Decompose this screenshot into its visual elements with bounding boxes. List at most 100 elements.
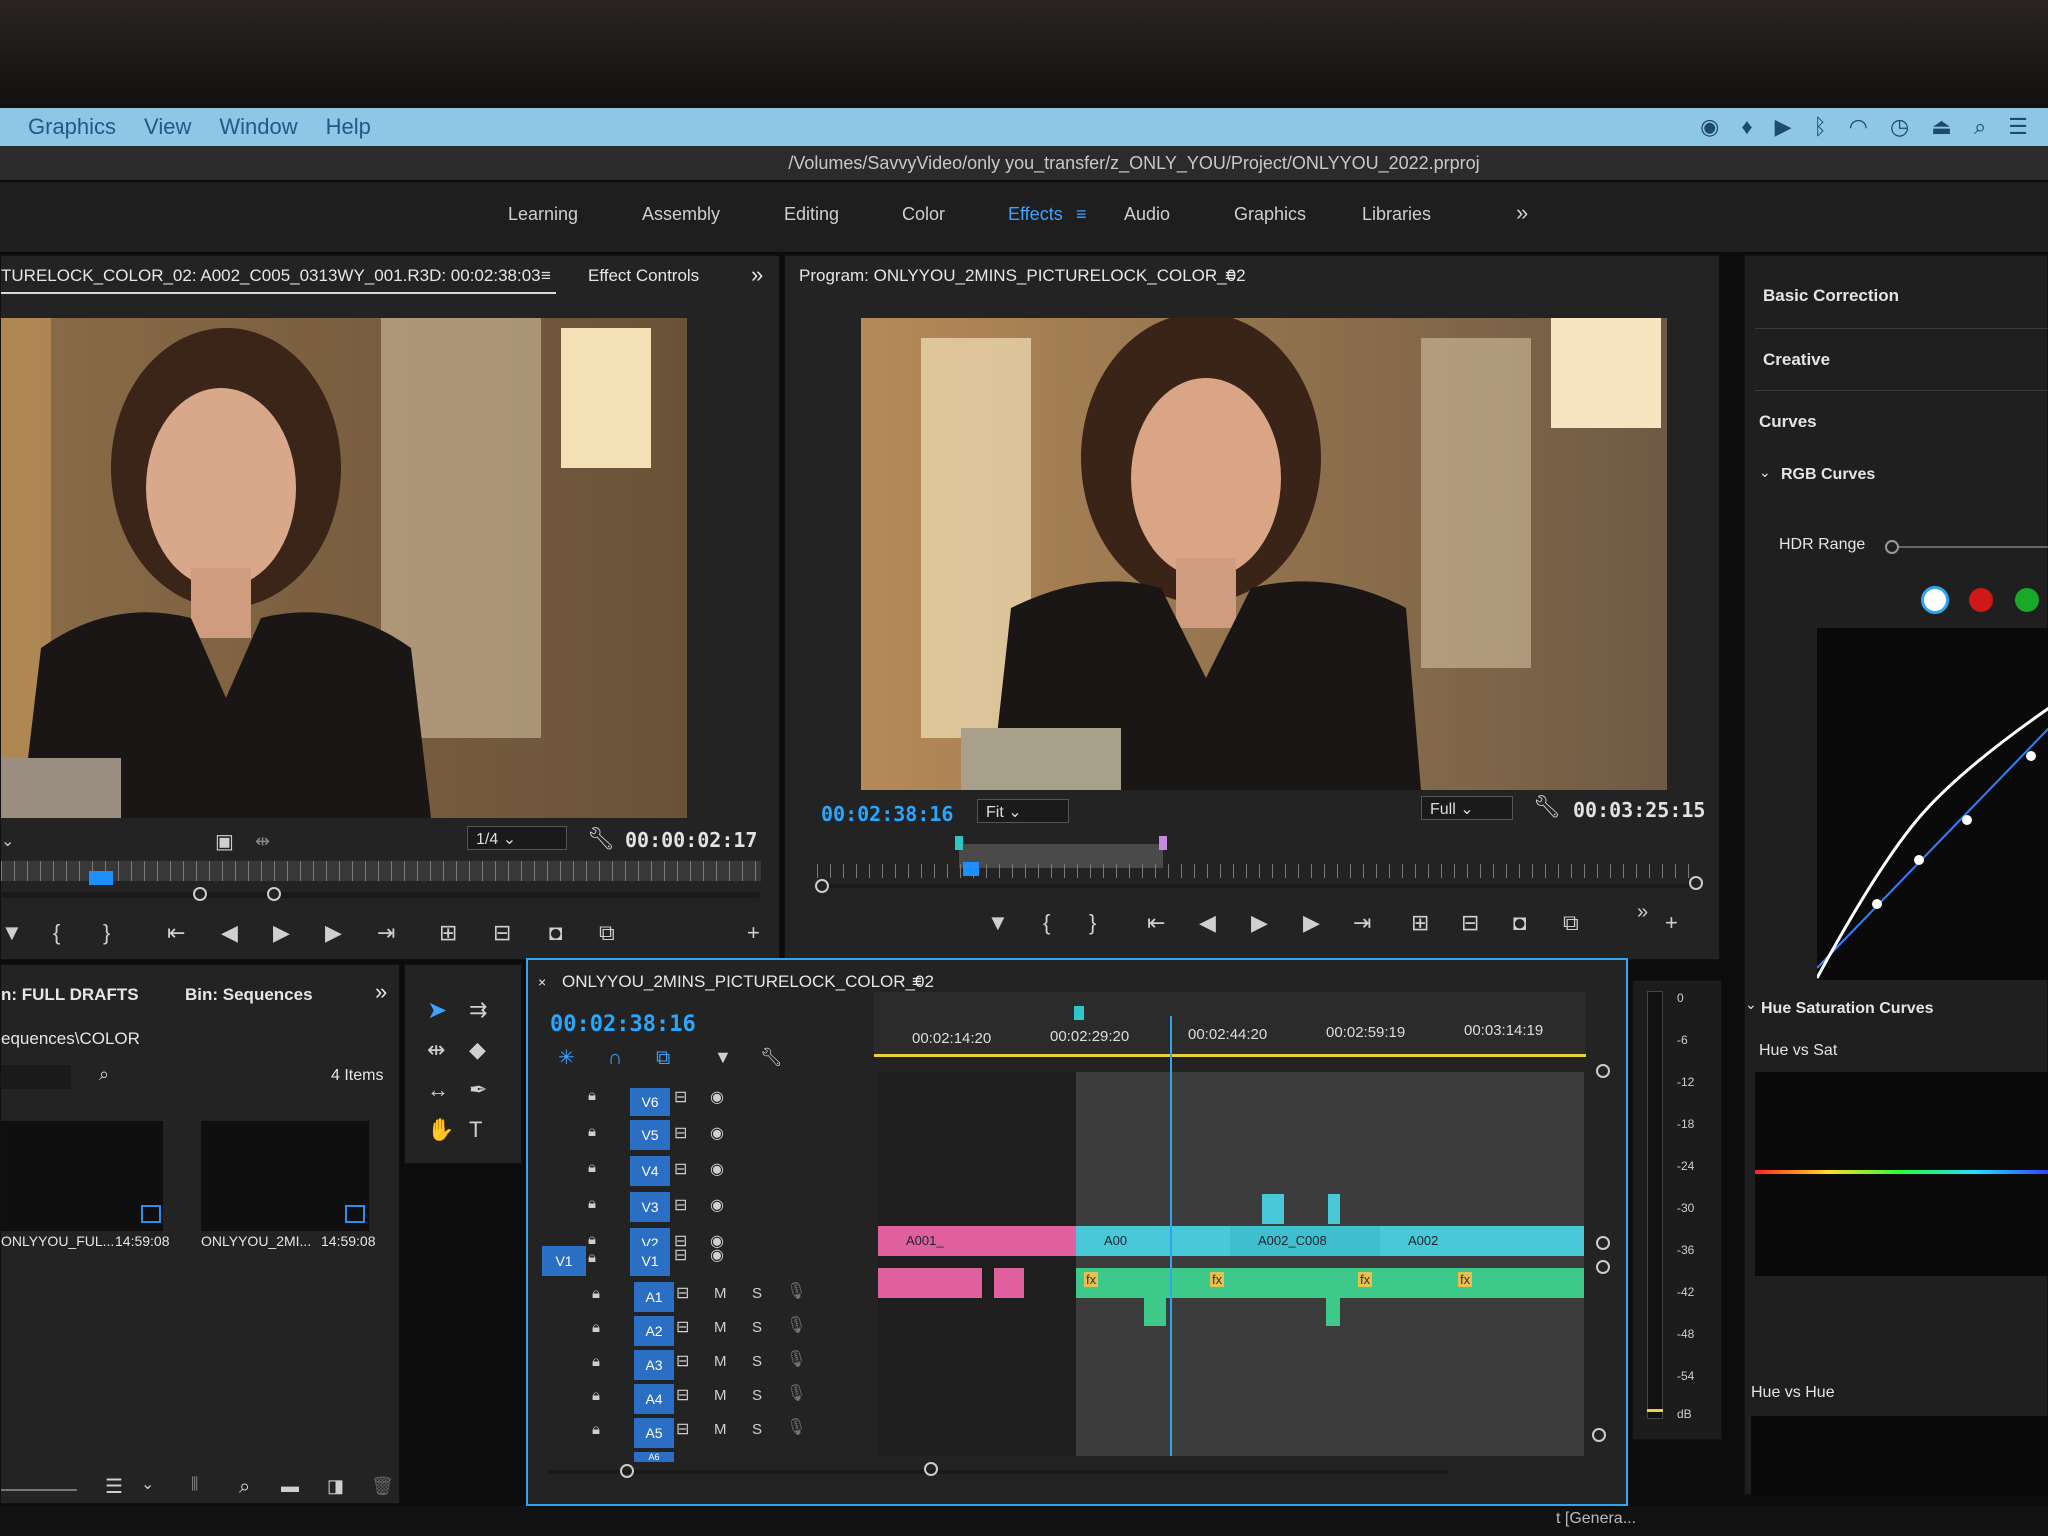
- menu-graphics[interactable]: Graphics: [28, 114, 116, 140]
- mark-out-icon[interactable]: }: [103, 922, 110, 944]
- source-settings-dropdown[interactable]: ⌄: [1, 834, 14, 850]
- project-more-icon[interactable]: »: [375, 979, 387, 1005]
- source-playhead[interactable]: [89, 871, 113, 885]
- lock-icon[interactable]: 🔒︎: [588, 1250, 596, 1265]
- control-center-icon[interactable]: ☰: [2008, 114, 2028, 140]
- menu-view[interactable]: View: [144, 114, 191, 140]
- drag-video-icon[interactable]: ⇹: [255, 832, 270, 850]
- add-button-icon[interactable]: +: [747, 922, 760, 944]
- program-mark-in-icon[interactable]: {: [1043, 912, 1050, 934]
- source-ruler[interactable]: [1, 861, 761, 881]
- search-field[interactable]: [1, 1065, 71, 1089]
- zoom-handle-right[interactable]: [267, 887, 281, 901]
- rgb-curves-section[interactable]: RGB Curves: [1781, 466, 1875, 484]
- mute-a2[interactable]: M: [714, 1320, 727, 1335]
- mic-icon[interactable]: 🎙︎: [786, 1284, 806, 1300]
- solo-a5[interactable]: S: [752, 1422, 762, 1437]
- panel-menu-icon[interactable]: ≡: [541, 266, 551, 286]
- track-a6[interactable]: A6: [634, 1452, 674, 1462]
- lock-icon[interactable]: 🔒︎: [592, 1422, 600, 1437]
- creative-cloud-icon[interactable]: ◉: [1700, 114, 1719, 140]
- sync-lock-icon[interactable]: ⊟: [674, 1126, 687, 1142]
- track-v6[interactable]: V6: [630, 1088, 670, 1116]
- workspace-menu-icon[interactable]: ≡: [1076, 204, 1087, 225]
- rgb-curves-chevron-icon[interactable]: ⌄: [1759, 464, 1771, 481]
- program-ruler[interactable]: [817, 864, 1697, 878]
- program-play-icon[interactable]: ▶︎: [1251, 912, 1268, 934]
- hand-tool-icon[interactable]: ✋: [427, 1119, 454, 1141]
- overwrite-icon[interactable]: ⊟: [493, 922, 511, 944]
- clip-a1-3[interactable]: [1076, 1268, 1584, 1298]
- eye-icon[interactable]: ◉: [710, 1090, 724, 1106]
- timeline-in-marker[interactable]: [1074, 1006, 1084, 1020]
- hdr-range-slider[interactable]: [1887, 546, 2048, 548]
- clip-a2-2[interactable]: [1326, 1298, 1340, 1326]
- program-export-frame-icon[interactable]: ◘: [1513, 912, 1526, 934]
- add-marker-icon[interactable]: ▼: [1, 922, 23, 944]
- more-workspaces-icon[interactable]: »: [1516, 200, 1528, 226]
- hdr-range-handle[interactable]: [1885, 540, 1899, 554]
- sync-lock-icon[interactable]: ⊟: [674, 1198, 687, 1214]
- dropbox-icon[interactable]: ♦: [1741, 114, 1752, 140]
- sequence-menu-icon[interactable]: ≡: [912, 972, 922, 992]
- program-panel-menu-icon[interactable]: ≡: [1225, 266, 1235, 286]
- more-panels-icon[interactable]: »: [751, 262, 763, 288]
- clip-a1-2[interactable]: [994, 1268, 1024, 1298]
- step-back-icon[interactable]: ◀︎: [221, 922, 238, 944]
- search-icon[interactable]: ⌕: [1974, 114, 1986, 140]
- mic-icon[interactable]: 🎙︎: [786, 1420, 806, 1436]
- mic-icon[interactable]: 🎙︎: [786, 1352, 806, 1368]
- workspace-audio[interactable]: Audio: [1124, 204, 1170, 225]
- eye-icon[interactable]: ◉: [710, 1162, 724, 1178]
- timeline-timecode[interactable]: 00:02:38:16: [550, 1012, 696, 1037]
- sequence-thumbnail-1[interactable]: [1, 1121, 163, 1231]
- lock-icon[interactable]: 🔒︎: [588, 1124, 596, 1139]
- resolution-dropdown[interactable]: 1/4 ⌄: [467, 826, 567, 850]
- snap-icon[interactable]: ∩: [608, 1048, 622, 1068]
- track-area[interactable]: [878, 1072, 1584, 1456]
- extract-icon[interactable]: ⊟: [1461, 912, 1479, 934]
- workspace-assembly[interactable]: Assembly: [642, 204, 720, 225]
- solo-a1[interactable]: S: [752, 1286, 762, 1301]
- workspace-effects[interactable]: Effects: [1008, 204, 1063, 225]
- mute-a1[interactable]: M: [714, 1286, 727, 1301]
- sort-icon[interactable]: ⌄: [141, 1477, 154, 1493]
- workspace-editing[interactable]: Editing: [784, 204, 839, 225]
- vertical-zoom-bottom[interactable]: [1592, 1428, 1606, 1442]
- go-to-in-icon[interactable]: ⇤: [167, 922, 185, 944]
- clip-v1-4[interactable]: A002: [1380, 1226, 1584, 1256]
- sync-lock-icon[interactable]: ⊟: [674, 1248, 687, 1264]
- trash-icon[interactable]: 🗑︎: [371, 1477, 394, 1495]
- step-forward-icon[interactable]: ▶︎: [325, 922, 342, 944]
- sync-lock-icon[interactable]: ⊟: [676, 1286, 689, 1302]
- track-v4[interactable]: V4: [630, 1156, 670, 1186]
- in-point-marker[interactable]: [955, 836, 963, 850]
- program-zoom-left[interactable]: [815, 879, 829, 893]
- bluetooth-icon[interactable]: ᛒ: [1814, 114, 1827, 140]
- nest-icon[interactable]: ✳: [558, 1048, 575, 1068]
- h-zoom-left[interactable]: [620, 1464, 634, 1478]
- fit-dropdown[interactable]: Fit ⌄: [977, 799, 1069, 823]
- thumb-size-slider[interactable]: [1, 1489, 77, 1491]
- export-frame-icon[interactable]: ◘: [549, 922, 562, 944]
- hue-vs-sat-graph[interactable]: [1755, 1072, 2048, 1276]
- lock-icon[interactable]: 🔒︎: [592, 1354, 600, 1369]
- track-a4[interactable]: A4: [634, 1384, 674, 1414]
- eye-icon[interactable]: ◉: [710, 1248, 724, 1264]
- solo-a2[interactable]: S: [752, 1320, 762, 1335]
- project-search-icon[interactable]: ⌕: [239, 1477, 250, 1497]
- workspace-color[interactable]: Color: [902, 204, 945, 225]
- clip-v1-1[interactable]: A001_: [878, 1226, 1076, 1256]
- zoom-handle-left[interactable]: [193, 887, 207, 901]
- program-marker-icon[interactable]: ▼: [987, 912, 1009, 934]
- insert-icon[interactable]: ▣: [215, 832, 234, 852]
- program-go-in-icon[interactable]: ⇤: [1147, 912, 1165, 934]
- lock-icon[interactable]: 🔒︎: [588, 1088, 596, 1103]
- track-v3[interactable]: V3: [630, 1192, 670, 1222]
- comparison-view-icon[interactable]: ⧉: [1563, 912, 1579, 934]
- button-editor-icon[interactable]: ⧉: [599, 922, 615, 944]
- lock-icon[interactable]: 🔒︎: [588, 1160, 596, 1175]
- bin-sequences-tab[interactable]: Bin: Sequences: [185, 985, 313, 1005]
- creative-section[interactable]: Creative: [1763, 350, 1830, 370]
- h-zoom-right[interactable]: [924, 1462, 938, 1476]
